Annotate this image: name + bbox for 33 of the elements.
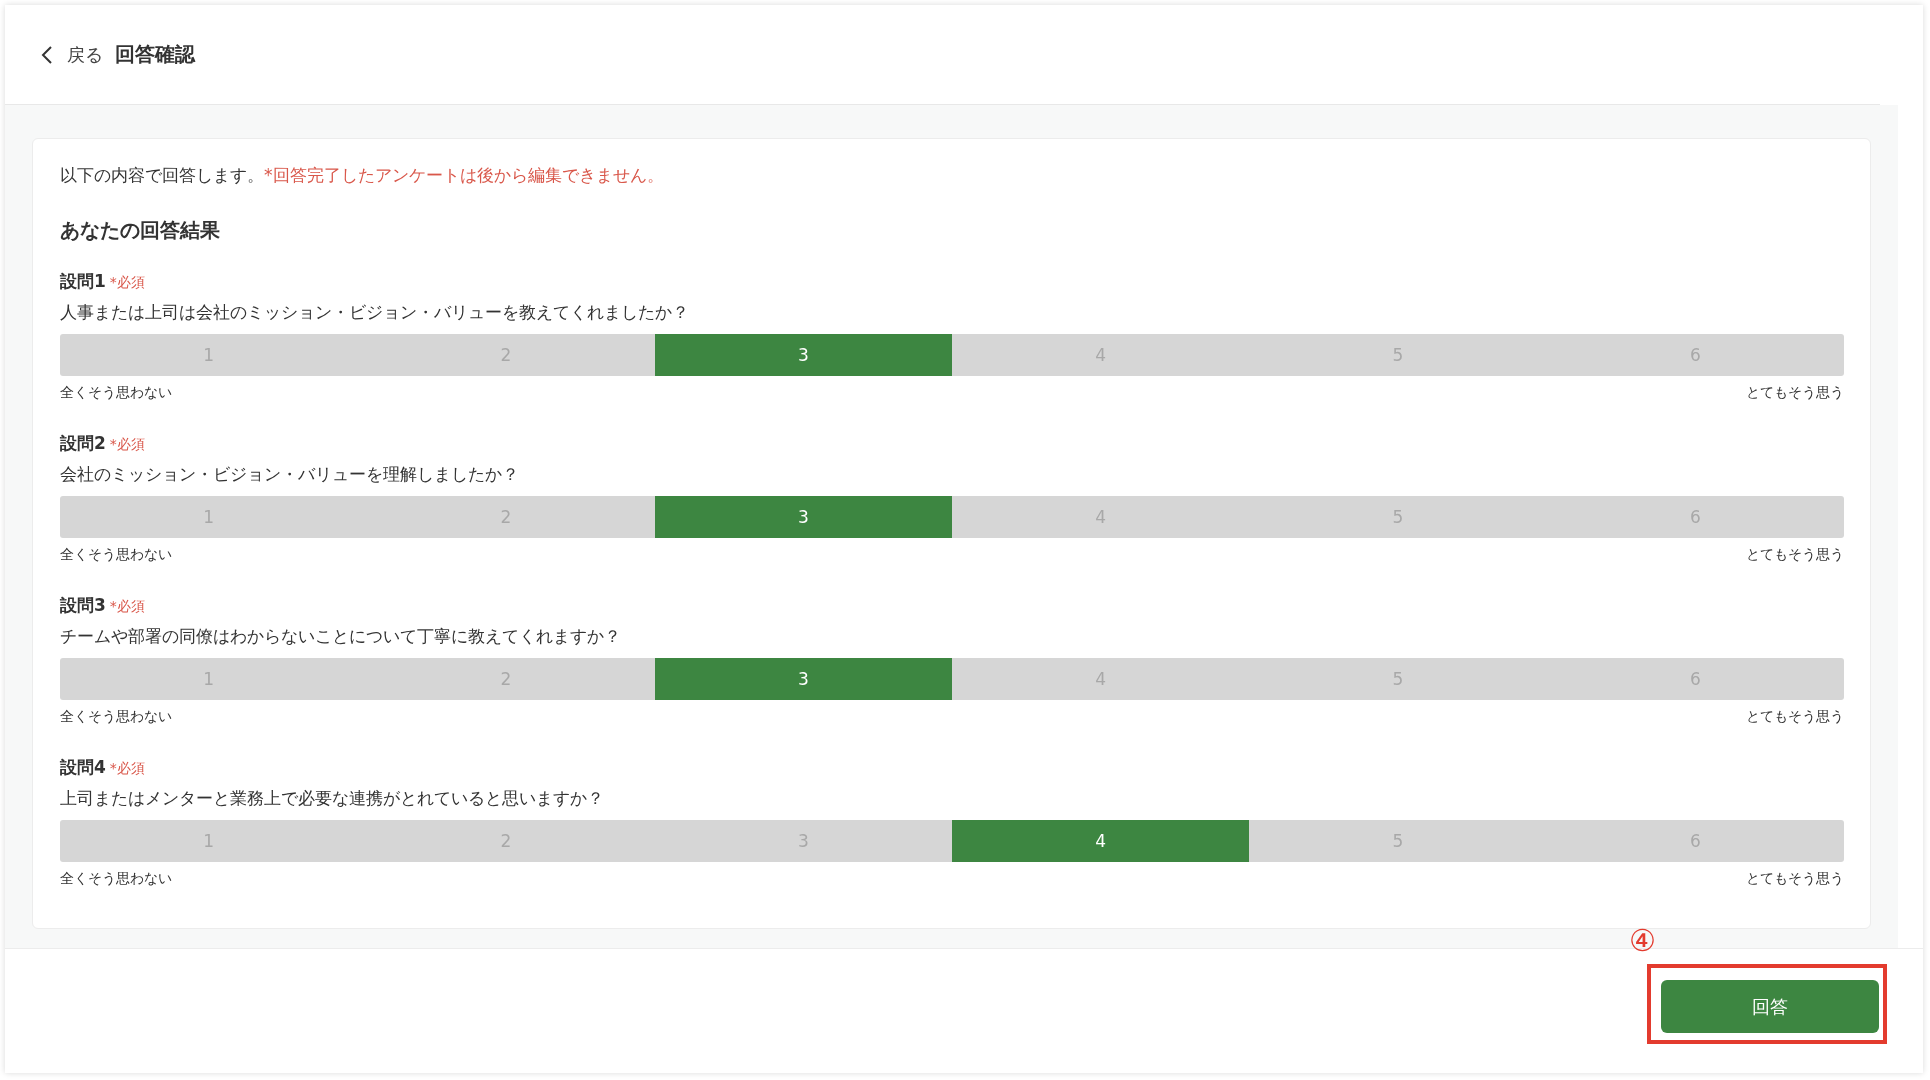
- intro-text: 以下の内容で回答します。: [60, 165, 264, 185]
- page-title: 回答確認: [115, 41, 195, 68]
- question-label: 設問4: [60, 756, 106, 779]
- question-text: チームや部署の同僚はわからないことについて丁寧に教えてくれますか？: [60, 625, 622, 648]
- scale-option: 3: [654, 496, 952, 538]
- scale-min-label: 全くそう思わない: [60, 708, 172, 726]
- results-heading: あなたの回答結果: [60, 217, 221, 244]
- submit-button[interactable]: 回答: [1661, 980, 1879, 1033]
- back-link[interactable]: 戻る: [41, 42, 103, 67]
- question-text: 上司またはメンターと業務上で必要な連携がとれていると思いますか？: [60, 787, 605, 810]
- question-text: 会社のミッション・ビジョン・バリューを理解しましたか？: [60, 463, 520, 486]
- scale-min-label: 全くそう思わない: [60, 546, 172, 564]
- back-label[interactable]: 戻る: [67, 42, 103, 67]
- scale-option: 4: [952, 820, 1250, 862]
- warning-text: *回答完了したアンケートは後から編集できません。: [264, 165, 664, 185]
- required-mark: *必須: [109, 274, 145, 292]
- scale-max-label: とてもそう思う: [1746, 870, 1844, 888]
- question-label: 設問1: [60, 270, 106, 293]
- scale-max-label: とてもそう思う: [1746, 546, 1844, 564]
- required-mark: *必須: [109, 598, 145, 616]
- question-label: 設問2: [60, 432, 106, 455]
- scale-min-label: 全くそう思わない: [60, 870, 172, 888]
- annotation-number: ④: [1629, 926, 1656, 956]
- question-label: 設問3: [60, 594, 106, 617]
- scale-option: 3: [654, 658, 952, 700]
- scale-min-label: 全くそう思わない: [60, 384, 172, 402]
- back-icon[interactable]: [41, 44, 53, 65]
- scale-option: 3: [654, 334, 952, 376]
- question-text: 人事または上司は会社のミッション・ビジョン・バリューを教えてくれましたか？: [60, 301, 690, 324]
- required-mark: *必須: [109, 436, 145, 454]
- required-mark: *必須: [109, 760, 145, 778]
- scale-max-label: とてもそう思う: [1746, 708, 1844, 726]
- scale-max-label: とてもそう思う: [1746, 384, 1844, 402]
